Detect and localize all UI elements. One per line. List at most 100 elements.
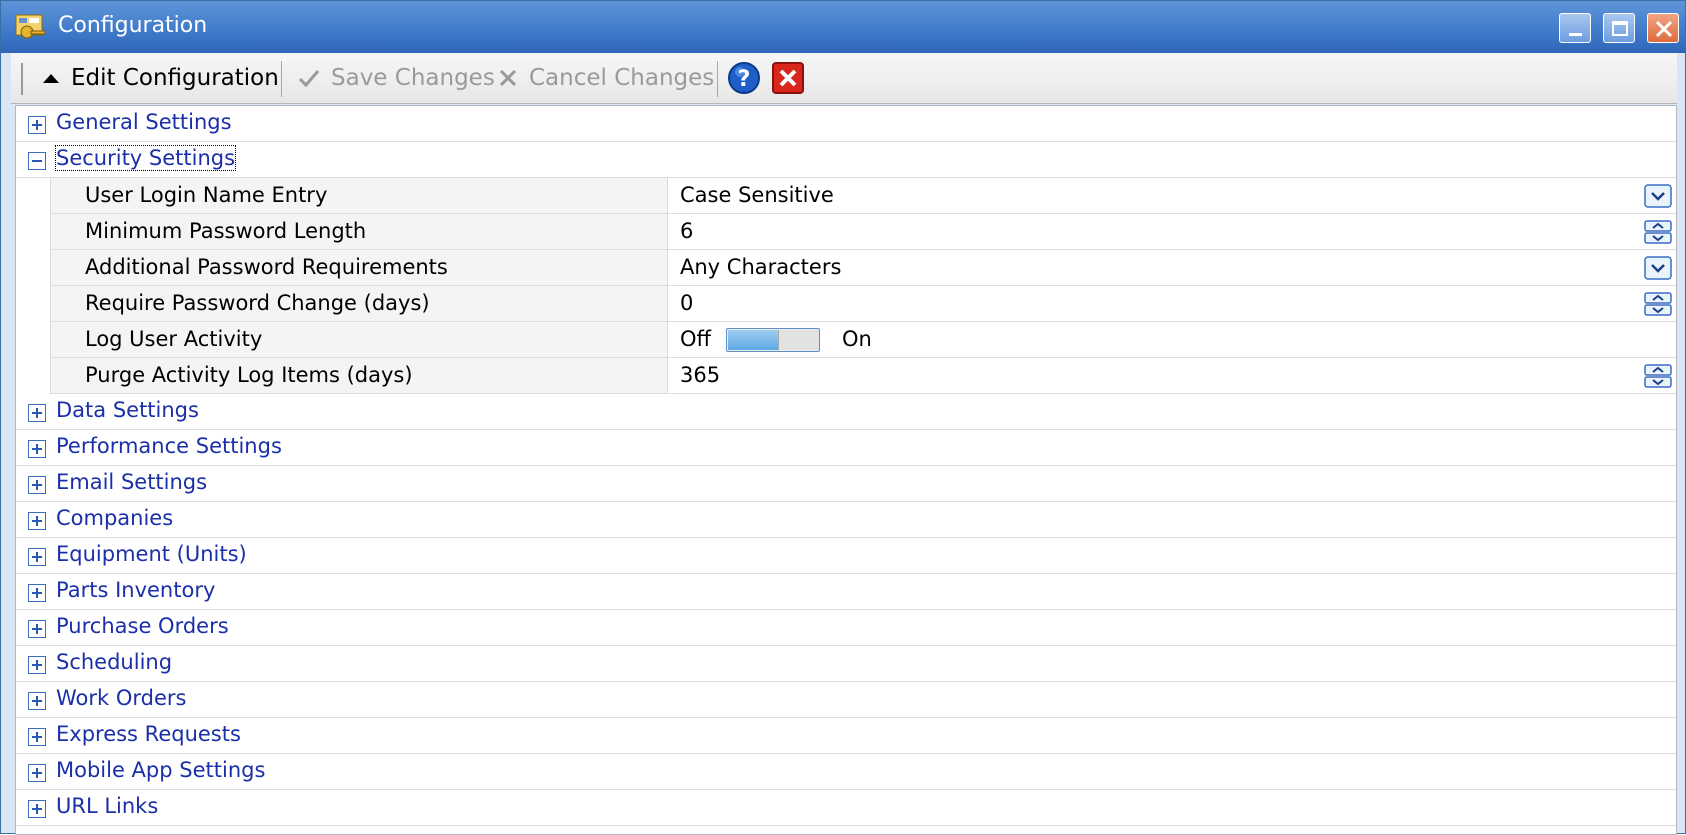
key-config-icon <box>15 14 46 39</box>
minimize-button[interactable] <box>1559 13 1591 43</box>
group-row-parts-inventory[interactable]: Parts Inventory <box>16 574 1676 610</box>
group-label: Performance Settings <box>56 434 282 458</box>
title-bar[interactable]: Configuration <box>1 1 1685 53</box>
close-window-button[interactable] <box>1647 13 1679 43</box>
maximize-button[interactable] <box>1603 13 1635 43</box>
cancel-changes-button[interactable]: Cancel Changes <box>497 53 714 103</box>
group-row-mobile-app-settings[interactable]: Mobile App Settings <box>16 754 1676 790</box>
log-activity-toggle[interactable] <box>726 328 820 352</box>
property-name-cell: Log User Activity <box>50 322 668 357</box>
save-changes-label: Save Changes <box>331 65 495 91</box>
edit-configuration-label: Edit Configuration <box>71 65 279 91</box>
row-indent <box>16 250 50 286</box>
row-indent <box>16 322 50 358</box>
group-row-purchase-orders[interactable]: Purchase Orders <box>16 610 1676 646</box>
group-row-email-settings[interactable]: Email Settings <box>16 466 1676 502</box>
property-row-require-password-change[interactable]: Require Password Change (days) 0 <box>16 286 1676 322</box>
expand-icon[interactable] <box>28 440 46 458</box>
property-name: User Login Name Entry <box>85 183 328 207</box>
toggle-fill <box>728 330 778 350</box>
group-row-data-settings[interactable]: Data Settings <box>16 394 1676 430</box>
property-row-log-user-activity[interactable]: Log User Activity Off On <box>16 322 1676 358</box>
spinner-icon[interactable] <box>1644 364 1672 388</box>
x-icon <box>499 69 517 87</box>
expand-icon[interactable] <box>28 512 46 530</box>
expand-icon[interactable] <box>28 764 46 782</box>
expand-icon[interactable] <box>28 728 46 746</box>
help-icon[interactable]: ? <box>727 61 761 95</box>
property-name: Minimum Password Length <box>85 219 367 243</box>
group-row-companies[interactable]: Companies <box>16 502 1676 538</box>
group-row-work-orders[interactable]: Work Orders <box>16 682 1676 718</box>
group-label: URL Links <box>56 794 159 818</box>
configuration-tree: General Settings Security Settings User … <box>15 105 1677 835</box>
group-row-general-settings[interactable]: General Settings <box>16 106 1676 142</box>
expand-icon[interactable] <box>28 800 46 818</box>
group-row-url-links[interactable]: URL Links <box>16 790 1676 826</box>
expand-icon[interactable] <box>28 116 46 134</box>
expand-icon[interactable] <box>28 656 46 674</box>
dropdown-arrow-icon[interactable] <box>1644 256 1672 280</box>
configuration-window: Configuration Edit Configuration Save Ch… <box>0 0 1686 835</box>
property-value[interactable]: Any Characters <box>680 255 841 279</box>
toolbar: Edit Configuration Save Changes Cancel C… <box>11 53 1677 104</box>
property-row-user-login-name-entry[interactable]: User Login Name Entry Case Sensitive <box>16 178 1676 214</box>
toolbar-separator <box>281 61 282 97</box>
group-label: Express Requests <box>56 722 241 746</box>
collapse-icon[interactable] <box>28 152 46 170</box>
edit-configuration-button[interactable]: Edit Configuration <box>41 53 279 103</box>
group-row-scheduling[interactable]: Scheduling <box>16 646 1676 682</box>
property-row-minimum-password-length[interactable]: Minimum Password Length 6 <box>16 214 1676 250</box>
group-label: Work Orders <box>56 686 187 710</box>
property-row-additional-password-requirements[interactable]: Additional Password Requirements Any Cha… <box>16 250 1676 286</box>
toolbar-grip[interactable] <box>21 63 23 95</box>
cancel-changes-label: Cancel Changes <box>529 65 715 91</box>
toggle-knob[interactable] <box>778 330 819 350</box>
property-name: Additional Password Requirements <box>85 255 448 279</box>
collapse-up-arrow-icon <box>43 74 59 83</box>
close-red-icon[interactable] <box>771 61 805 95</box>
expand-icon[interactable] <box>28 476 46 494</box>
property-value[interactable]: 6 <box>680 219 693 243</box>
group-row-security-settings[interactable]: Security Settings <box>16 142 1676 178</box>
group-row-express-requests[interactable]: Express Requests <box>16 718 1676 754</box>
save-changes-button[interactable]: Save Changes <box>297 53 495 103</box>
group-label: Data Settings <box>56 398 199 422</box>
property-name-cell: Additional Password Requirements <box>50 250 668 285</box>
group-label: Parts Inventory <box>56 578 216 602</box>
group-label: Security Settings <box>54 145 237 171</box>
property-name-cell: Require Password Change (days) <box>50 286 668 321</box>
group-label: General Settings <box>56 110 232 134</box>
expand-icon[interactable] <box>28 584 46 602</box>
spinner-icon[interactable] <box>1644 292 1672 316</box>
svg-text:?: ? <box>738 67 751 92</box>
group-label: Equipment (Units) <box>56 542 247 566</box>
toolbar-separator <box>717 61 718 97</box>
group-row-equipment-units[interactable]: Equipment (Units) <box>16 538 1676 574</box>
expand-icon[interactable] <box>28 620 46 638</box>
property-value[interactable]: 0 <box>680 291 693 315</box>
row-indent <box>16 358 50 394</box>
maximize-icon <box>1612 21 1628 36</box>
property-name-cell: User Login Name Entry <box>50 178 668 213</box>
dropdown-arrow-icon[interactable] <box>1644 184 1672 208</box>
property-name: Log User Activity <box>85 327 263 351</box>
row-indent <box>16 214 50 250</box>
property-name: Require Password Change (days) <box>85 291 430 315</box>
window-title: Configuration <box>58 13 208 38</box>
group-row-performance-settings[interactable]: Performance Settings <box>16 430 1676 466</box>
group-label: Mobile App Settings <box>56 758 266 782</box>
expand-icon[interactable] <box>28 548 46 566</box>
expand-icon[interactable] <box>28 404 46 422</box>
row-indent <box>16 286 50 322</box>
property-row-purge-activity-log[interactable]: Purge Activity Log Items (days) 365 <box>16 358 1676 394</box>
close-icon <box>1655 20 1673 38</box>
spinner-icon[interactable] <box>1644 220 1672 244</box>
toggle-on-label: On <box>842 327 872 351</box>
expand-icon[interactable] <box>28 692 46 710</box>
minimize-icon <box>1569 33 1582 36</box>
group-label: Companies <box>56 506 174 530</box>
group-label: Email Settings <box>56 470 208 494</box>
property-value[interactable]: Case Sensitive <box>680 183 834 207</box>
property-value[interactable]: 365 <box>680 363 720 387</box>
